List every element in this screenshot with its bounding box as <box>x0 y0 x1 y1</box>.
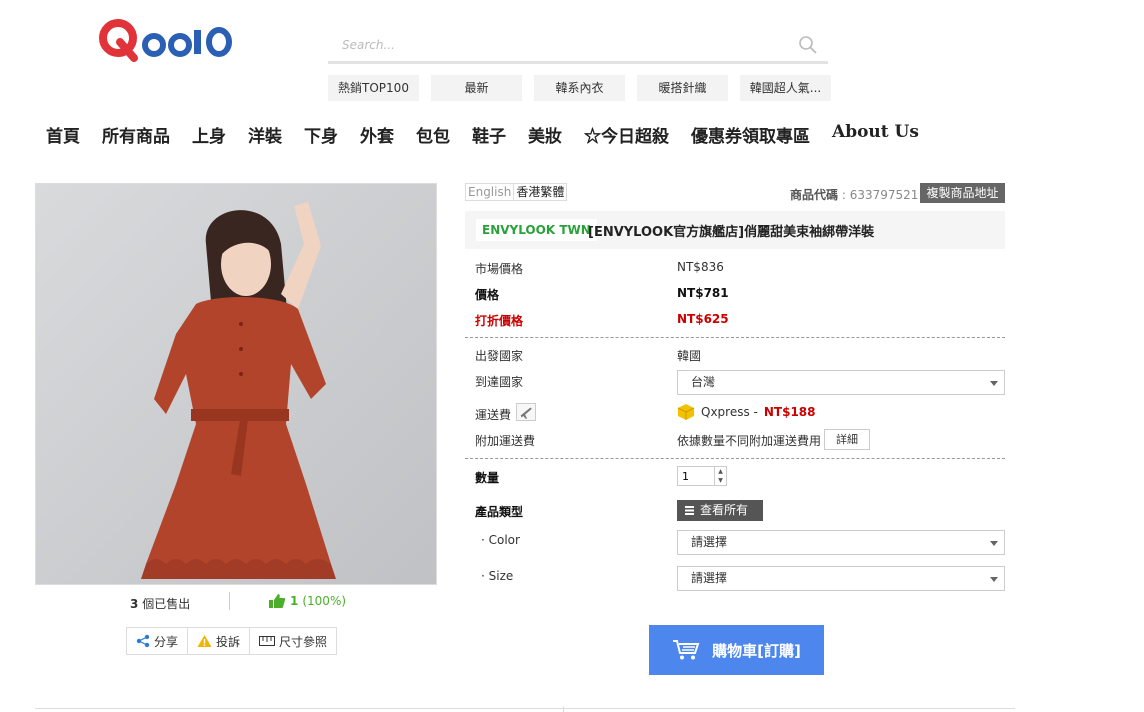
destination-select[interactable]: 台灣 <box>677 370 1005 395</box>
chevron-down-icon <box>990 577 998 582</box>
share-icon <box>136 634 150 648</box>
nav-daily-deals[interactable]: ☆今日超殺 <box>584 122 669 147</box>
color-label: · Color <box>481 533 520 547</box>
size-label: · Size <box>481 569 514 583</box>
keyword-chip[interactable]: 韓系內衣 <box>534 75 625 101</box>
shipping-detail-button[interactable]: 詳細 <box>824 429 870 450</box>
search-icon[interactable] <box>798 35 818 55</box>
share-label: 分享 <box>154 634 179 649</box>
report-button[interactable]: 投訴 <box>188 628 251 654</box>
market-price-label: 市場價格 <box>475 262 524 276</box>
language-switch: English 香港繁體 <box>465 183 568 201</box>
search-input[interactable] <box>328 28 788 61</box>
divider <box>35 708 1015 709</box>
quantity-spinner: ▲ ▼ <box>714 467 726 485</box>
nav-all-products[interactable]: 所有商品 <box>102 122 170 147</box>
thumbs-up-icon <box>269 594 286 608</box>
quantity-label: 數量 <box>475 471 500 485</box>
copy-link-button[interactable]: 複製商品地址 <box>920 183 1005 203</box>
keyword-chip[interactable]: 熱銷TOP100 <box>328 75 419 101</box>
destination-value: 台灣 <box>691 375 716 389</box>
increment-button[interactable]: ▲ <box>715 467 726 476</box>
product-title: [ENVYLOOK官方旗艦店]俏麗甜美束袖綁帶洋裝 <box>588 225 875 240</box>
size-value: 請選擇 <box>691 571 728 585</box>
nav-beauty[interactable]: 美妝 <box>528 122 562 147</box>
market-price-value: NT$836 <box>677 260 724 274</box>
package-icon <box>677 404 695 420</box>
sold-number: 3 <box>130 597 139 611</box>
add-to-cart-button[interactable]: 購物車[訂購] <box>649 625 824 675</box>
sold-label: 個已售出 <box>142 597 191 611</box>
lang-english[interactable]: English <box>466 184 515 200</box>
keyword-chip[interactable]: 韓國超人氣... <box>740 75 831 101</box>
shipping-fee-value: NT$188 <box>763 405 816 419</box>
keyword-chip[interactable]: 暖搭針織 <box>637 75 728 101</box>
decrement-button[interactable]: ▼ <box>715 476 726 485</box>
nav-about[interactable]: About Us <box>832 122 919 147</box>
cart-icon <box>673 640 700 660</box>
chevron-down-icon <box>990 541 998 546</box>
warning-icon <box>197 635 212 647</box>
product-type-label: 產品類型 <box>475 505 524 519</box>
view-all-label: 查看所有 <box>700 503 749 517</box>
view-all-button[interactable]: 查看所有 <box>677 500 763 521</box>
sold-count: 3 個已售出 <box>130 595 190 612</box>
origin-value: 韓國 <box>677 349 702 363</box>
color-select[interactable]: 請選擇 <box>677 530 1005 555</box>
size-guide-label: 尺寸參照 <box>279 634 328 649</box>
report-label: 投訴 <box>216 634 241 649</box>
keyword-chip[interactable]: 最新 <box>431 75 522 101</box>
extra-shipping-value: 依據數量不同附加運送費用 <box>677 434 822 448</box>
product-image[interactable] <box>35 183 437 585</box>
price-label: 價格 <box>475 288 500 302</box>
size-select[interactable]: 請選擇 <box>677 566 1005 591</box>
add-to-cart-label: 購物車[訂購] <box>712 641 801 660</box>
carrier-name: Qxpress - <box>701 405 758 419</box>
product-code: 商品代碼 : 633797521 <box>790 186 918 203</box>
nav-outerwear[interactable]: 外套 <box>360 122 394 147</box>
nav-tops[interactable]: 上身 <box>192 122 226 147</box>
discount-price-label: 打折價格 <box>475 314 524 328</box>
divider <box>229 592 230 610</box>
divider <box>465 337 1005 338</box>
color-value: 請選擇 <box>691 535 728 549</box>
list-icon <box>685 506 694 515</box>
like-count: 1 <box>290 594 299 608</box>
quantity-stepper: ▲ ▼ <box>677 466 727 486</box>
divider <box>563 706 564 712</box>
extra-shipping-label: 附加運送費 <box>475 434 536 448</box>
shipping-fee-label: 運送費 <box>475 408 512 422</box>
nav-shoes[interactable]: 鞋子 <box>472 122 506 147</box>
price-value: NT$781 <box>677 286 729 300</box>
share-button[interactable]: 分享 <box>127 628 189 654</box>
qoo10-logo[interactable] <box>98 12 234 64</box>
shop-badge[interactable]: ENVYLOOK TWN <box>476 219 597 241</box>
nav-home[interactable]: 首頁 <box>46 122 80 147</box>
discount-price-value: NT$625 <box>677 312 729 326</box>
keyword-list: 熱銷TOP100 最新 韓系內衣 暖搭針織 韓國超人氣... <box>328 75 831 101</box>
product-photo <box>36 184 436 584</box>
airplane-icon <box>516 403 536 421</box>
nav-bottoms[interactable]: 下身 <box>304 122 338 147</box>
nav-bags[interactable]: 包包 <box>416 122 450 147</box>
ruler-icon <box>259 636 276 646</box>
size-guide-button[interactable]: 尺寸參照 <box>250 628 336 654</box>
search-bar <box>328 28 828 64</box>
like-percent: (100%) <box>302 594 347 608</box>
product-code-value: : 633797521 <box>841 188 919 202</box>
category-nav: 首頁 所有商品 上身 洋裝 下身 外套 包包 鞋子 美妝 ☆今日超殺 優惠券領取… <box>46 122 941 147</box>
divider <box>465 458 1005 459</box>
like-rating[interactable]: 1 (100%) <box>268 593 346 609</box>
nav-coupons[interactable]: 優惠券領取專區 <box>691 122 810 147</box>
product-actions: 分享 投訴 尺寸參照 <box>126 627 338 655</box>
lang-chinese[interactable]: 香港繁體 <box>514 184 566 200</box>
destination-label: 到達國家 <box>475 375 524 389</box>
quantity-input[interactable] <box>678 467 714 485</box>
nav-dresses[interactable]: 洋裝 <box>248 122 282 147</box>
origin-label: 出發國家 <box>475 349 524 363</box>
product-code-label: 商品代碼 <box>790 188 839 202</box>
product-title-bar: ENVYLOOK TWN [ENVYLOOK官方旗艦店]俏麗甜美束袖綁帶洋裝 <box>465 211 1005 249</box>
shipping-fee: Qxpress - NT$188 <box>677 403 816 421</box>
chevron-down-icon <box>990 381 998 386</box>
